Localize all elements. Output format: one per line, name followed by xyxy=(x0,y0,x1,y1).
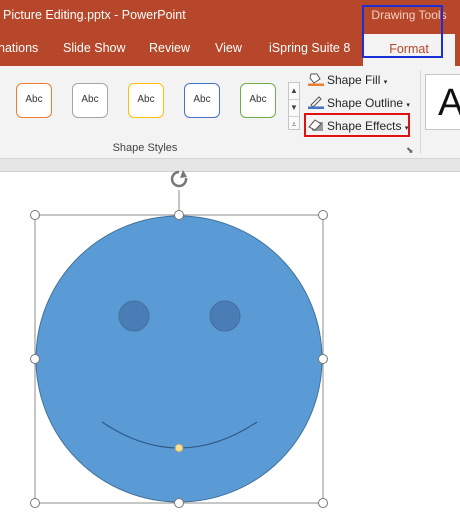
rotation-handle-icon[interactable] xyxy=(170,170,188,188)
adjustment-handle[interactable] xyxy=(174,443,184,453)
resize-handle-right[interactable] xyxy=(318,354,328,364)
resize-handle-top-right[interactable] xyxy=(318,210,328,220)
resize-handle-top-left[interactable] xyxy=(30,210,40,220)
smiley-face-shape[interactable] xyxy=(35,215,323,503)
resize-handle-bottom[interactable] xyxy=(174,498,184,508)
slide-canvas xyxy=(30,170,328,508)
right-eye xyxy=(209,300,241,332)
resize-handle-bottom-left[interactable] xyxy=(30,498,40,508)
resize-handle-bottom-right[interactable] xyxy=(318,498,328,508)
resize-handle-top[interactable] xyxy=(174,210,184,220)
left-eye xyxy=(118,300,150,332)
resize-handle-left[interactable] xyxy=(30,354,40,364)
